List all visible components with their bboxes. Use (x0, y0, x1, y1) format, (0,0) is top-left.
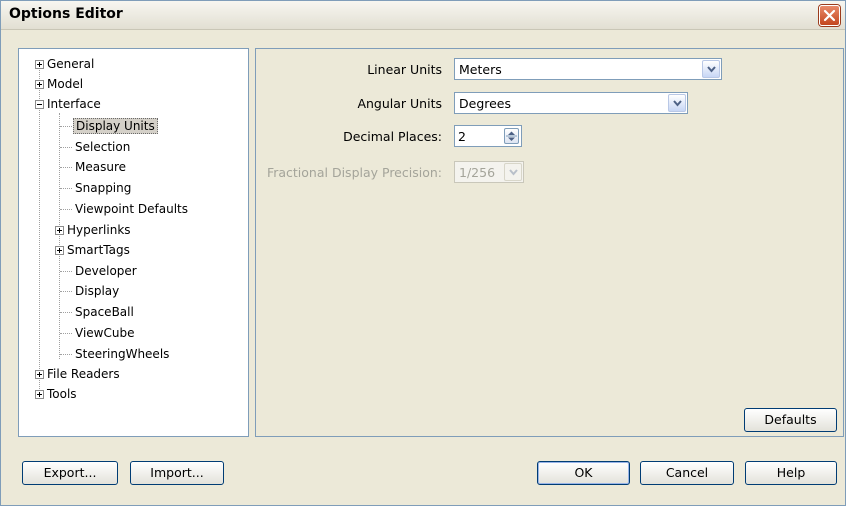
tree-item-label: General (47, 57, 95, 71)
tree-item-label: SmartTags (67, 243, 130, 257)
linear-units-value: Meters (459, 62, 502, 77)
tree-connector-interface (59, 113, 60, 359)
tree-connector (60, 291, 72, 292)
decimal-places-spinner[interactable]: 2 (454, 125, 522, 147)
expand-icon[interactable] (55, 246, 64, 255)
tree-item-label: Interface (47, 97, 101, 111)
fractional-precision-select: 1/256 (454, 161, 524, 183)
tree-item-label: File Readers (47, 367, 120, 381)
tree-item-label: Hyperlinks (67, 223, 131, 237)
display-units-panel: Linear Units Meters Angular Units Degree… (255, 48, 844, 437)
fractional-precision-value: 1/256 (459, 165, 496, 180)
dropdown-button (504, 163, 522, 181)
collapse-icon[interactable] (35, 100, 44, 109)
tree-connector (60, 333, 72, 334)
tree-connector-root (39, 63, 40, 399)
expand-icon[interactable] (35, 60, 44, 69)
chevron-down-icon (707, 66, 716, 73)
tree-item-snapping[interactable]: Snapping (73, 179, 133, 197)
tree-connector (60, 354, 72, 355)
options-tree[interactable]: General Model Interface Display Units Se… (18, 48, 249, 437)
tree-item-developer[interactable]: Developer (73, 262, 139, 280)
linear-units-label: Linear Units (367, 62, 442, 77)
tree-connector (60, 167, 72, 168)
tree-connector (60, 126, 72, 127)
spin-arrows-icon (506, 131, 517, 141)
decimal-places-label: Decimal Places: (343, 129, 442, 144)
decimal-places-value: 2 (458, 129, 466, 144)
tree-item-label: Display Units (73, 118, 158, 134)
fractional-precision-label: Fractional Display Precision: (266, 165, 442, 180)
chevron-down-icon (673, 100, 682, 107)
angular-units-label: Angular Units (357, 96, 442, 111)
tree-item-label: ViewCube (75, 326, 135, 340)
tree-connector (60, 188, 72, 189)
close-icon (823, 9, 836, 22)
import-button[interactable]: Import... (130, 461, 224, 485)
tree-connector (60, 209, 72, 210)
tree-item-label: Developer (75, 264, 137, 278)
spinner-buttons[interactable] (504, 128, 519, 144)
dropdown-button[interactable] (702, 60, 720, 78)
tree-item-display-units[interactable]: Display Units (73, 117, 158, 135)
tree-item-label: Display (75, 284, 120, 298)
chevron-down-icon (509, 169, 518, 176)
options-editor-window: Options Editor General Model Interface D… (0, 0, 846, 506)
expand-icon[interactable] (35, 390, 44, 399)
tree-item-label: SteeringWheels (75, 347, 170, 361)
expand-icon[interactable] (35, 370, 44, 379)
angular-units-value: Degrees (459, 96, 512, 111)
tree-item-label: SpaceBall (75, 305, 134, 319)
tree-item-viewcube[interactable]: ViewCube (73, 324, 136, 342)
tree-item-measure[interactable]: Measure (73, 158, 128, 176)
tree-item-label: Snapping (75, 181, 132, 195)
ok-button[interactable]: OK (537, 461, 630, 485)
cancel-button[interactable]: Cancel (640, 461, 734, 485)
linear-units-select[interactable]: Meters (454, 58, 722, 80)
tree-connector (60, 271, 72, 272)
tree-connector (60, 312, 72, 313)
tree-item-display[interactable]: Display (73, 282, 121, 300)
help-button[interactable]: Help (745, 461, 837, 485)
tree-item-label: Selection (75, 140, 131, 154)
tree-item-label: Measure (75, 160, 126, 174)
tree-item-spaceball[interactable]: SpaceBall (73, 303, 136, 321)
tree-item-label: Model (47, 77, 84, 91)
title-bar[interactable]: Options Editor (1, 1, 845, 30)
defaults-button[interactable]: Defaults (744, 408, 837, 432)
export-button[interactable]: Export... (22, 461, 118, 485)
close-button[interactable] (819, 5, 840, 26)
tree-item-selection[interactable]: Selection (73, 138, 132, 156)
expand-icon[interactable] (55, 226, 64, 235)
tree-item-steeringwheels[interactable]: SteeringWheels (73, 345, 171, 363)
tree-connector (60, 147, 72, 148)
tree-item-label: Tools (47, 387, 77, 401)
window-title: Options Editor (9, 6, 123, 22)
tree-item-viewpoint-defaults[interactable]: Viewpoint Defaults (73, 200, 190, 218)
tree-item-label: Viewpoint Defaults (75, 202, 188, 216)
angular-units-select[interactable]: Degrees (454, 92, 688, 114)
dropdown-button[interactable] (668, 94, 686, 112)
expand-icon[interactable] (35, 80, 44, 89)
